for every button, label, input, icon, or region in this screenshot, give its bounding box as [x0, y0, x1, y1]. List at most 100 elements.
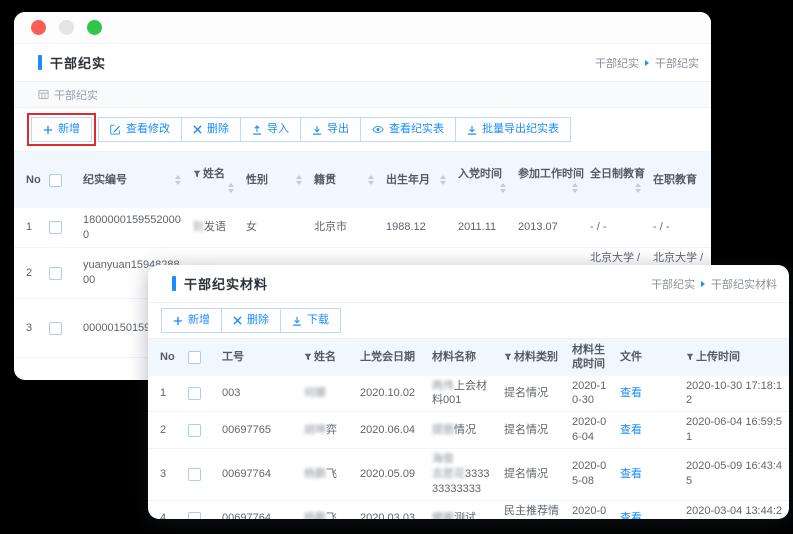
- sort-icon[interactable]: [572, 183, 578, 193]
- checkbox-cell: [182, 412, 216, 449]
- column-header-label: 材料生成时间: [572, 344, 605, 370]
- delete-button[interactable]: 删除: [181, 117, 241, 142]
- table-cell: 2011.11: [452, 208, 512, 247]
- column-header[interactable]: 姓名: [187, 152, 240, 208]
- table-icon: [38, 89, 49, 100]
- download-button[interactable]: 下载: [280, 308, 341, 333]
- column-header[interactable]: 入党时间: [452, 152, 512, 208]
- table-row[interactable]: 118000001595520000别发语女北京市1988.122011.112…: [14, 208, 711, 247]
- row-checkbox[interactable]: [49, 221, 62, 234]
- add-button[interactable]: 新增: [31, 117, 92, 142]
- view-edit-button[interactable]: 查看修改: [98, 117, 182, 142]
- column-header-label: 全日制教育: [590, 168, 645, 180]
- import-button[interactable]: 导入: [240, 117, 301, 142]
- button-label: 批量导出纪实表: [482, 123, 559, 136]
- table-cell: 1988.12: [380, 208, 452, 247]
- table-row[interactable]: 400697764杨鹏飞2020.03.03嘟嘟测试民主推荐情况2020-03-…: [148, 500, 789, 519]
- table-cell: 00697765: [216, 412, 298, 449]
- table-cell: - / -: [647, 208, 711, 247]
- add-button[interactable]: 新增: [161, 308, 222, 333]
- column-header[interactable]: 姓名: [298, 339, 354, 376]
- breadcrumb-item[interactable]: 干部纪实: [595, 55, 639, 71]
- table-cell: 4: [14, 358, 43, 380]
- file-cell: 查看: [614, 376, 680, 412]
- table-cell: 胡坤弈: [298, 412, 354, 449]
- sort-icon[interactable]: [500, 183, 506, 193]
- minimize-window-button[interactable]: [59, 20, 74, 35]
- column-header[interactable]: 材料类别: [498, 339, 566, 376]
- table-cell: 两伟上会材料001: [426, 376, 498, 412]
- table-row[interactable]: 1003何娜2020.10.02两伟上会材料001提名情况2020-10-30查…: [148, 376, 789, 412]
- button-label: 查看纪实表: [389, 123, 444, 136]
- row-checkbox[interactable]: [49, 267, 62, 280]
- column-header[interactable]: 籍贯: [308, 152, 380, 208]
- sort-icon[interactable]: [440, 175, 446, 185]
- column-header-label: 性别: [246, 174, 268, 186]
- page-title: 干部纪实材料: [184, 274, 268, 293]
- column-header-label: 姓名: [314, 351, 336, 363]
- view-file-link[interactable]: 查看: [620, 468, 642, 480]
- checkbox-cell: [182, 376, 216, 412]
- column-header: 材料生成时间: [566, 339, 614, 376]
- sort-icon[interactable]: [368, 175, 374, 185]
- row-checkbox[interactable]: [188, 468, 201, 481]
- table-cell: 2020.03.03: [354, 500, 426, 519]
- table-cell: 2: [148, 412, 182, 449]
- row-checkbox[interactable]: [49, 322, 62, 335]
- close-window-button[interactable]: [31, 20, 46, 35]
- row-checkbox[interactable]: [188, 387, 201, 400]
- highlight-annotation: 新增: [27, 113, 96, 146]
- redacted-text: 提图: [432, 424, 454, 436]
- table-cell: 00697764: [216, 448, 298, 500]
- table-cell: 1: [14, 208, 43, 247]
- breadcrumb: 干部纪实干部纪实: [595, 55, 699, 71]
- button-label: 新增: [188, 314, 210, 327]
- column-header-label: 在职教育: [653, 174, 697, 186]
- column-header[interactable]: 参加工作时间: [512, 152, 584, 208]
- table-cell: 2020.10.02: [354, 376, 426, 412]
- view-file-link[interactable]: 查看: [620, 424, 642, 436]
- filter-icon: [504, 353, 512, 361]
- table-row[interactable]: 200697765胡坤弈2020.06.04提图情况提名情况2020-06-04…: [148, 412, 789, 449]
- row-checkbox[interactable]: [188, 424, 201, 437]
- button-label: 删除: [207, 123, 229, 136]
- sort-icon[interactable]: [635, 183, 641, 193]
- column-header[interactable]: 全日制教育: [584, 152, 647, 208]
- column-header-select: [43, 152, 77, 208]
- view-file-link[interactable]: 查看: [620, 512, 642, 519]
- column-header-label: 参加工作时间: [518, 168, 584, 180]
- breadcrumb-item[interactable]: 干部纪实: [651, 276, 695, 292]
- table-row[interactable]: 300697764杨鹏飞2020.05.09海俊志愿花333333333333提…: [148, 448, 789, 500]
- column-header[interactable]: 性别: [240, 152, 308, 208]
- main-toolbar: 新增 查看修改 删除导入导出 查看纪实表 批量导出纪实表: [14, 108, 711, 152]
- select-all-checkbox[interactable]: [188, 351, 201, 364]
- table-cell: 海俊志愿花333333333333: [426, 448, 498, 500]
- export-button[interactable]: 导出: [300, 117, 361, 142]
- view-file-link[interactable]: 查看: [620, 387, 642, 399]
- table-cell: 提图情况: [426, 412, 498, 449]
- table-cell: 民主推荐情况: [498, 500, 566, 519]
- sort-icon[interactable]: [175, 175, 181, 185]
- sort-icon[interactable]: [296, 175, 302, 185]
- table-cell: 4: [148, 500, 182, 519]
- breadcrumb-item[interactable]: 干部纪实材料: [711, 276, 777, 292]
- row-checkbox[interactable]: [188, 512, 201, 519]
- column-header[interactable]: 出生年月: [380, 152, 452, 208]
- zoom-window-button[interactable]: [87, 20, 102, 35]
- column-header[interactable]: 纪实编号: [77, 152, 187, 208]
- batch-export-button[interactable]: 批量导出纪实表: [455, 117, 571, 142]
- x-icon: [193, 125, 202, 134]
- column-header: 材料名称: [426, 339, 498, 376]
- column-header[interactable]: 上传时间: [680, 339, 789, 376]
- breadcrumb-item[interactable]: 干部纪实: [655, 55, 699, 71]
- file-cell: 查看: [614, 448, 680, 500]
- view-record-table-button[interactable]: 查看纪实表: [360, 117, 456, 142]
- select-all-checkbox[interactable]: [49, 174, 62, 187]
- button-label: 新增: [58, 123, 80, 136]
- column-header: 文件: [614, 339, 680, 376]
- filter-icon: [304, 353, 312, 361]
- delete-button[interactable]: 删除: [221, 308, 281, 333]
- sort-icon[interactable]: [228, 183, 234, 193]
- table-cell: 提名情况: [498, 412, 566, 449]
- column-header-label: 工号: [222, 351, 244, 363]
